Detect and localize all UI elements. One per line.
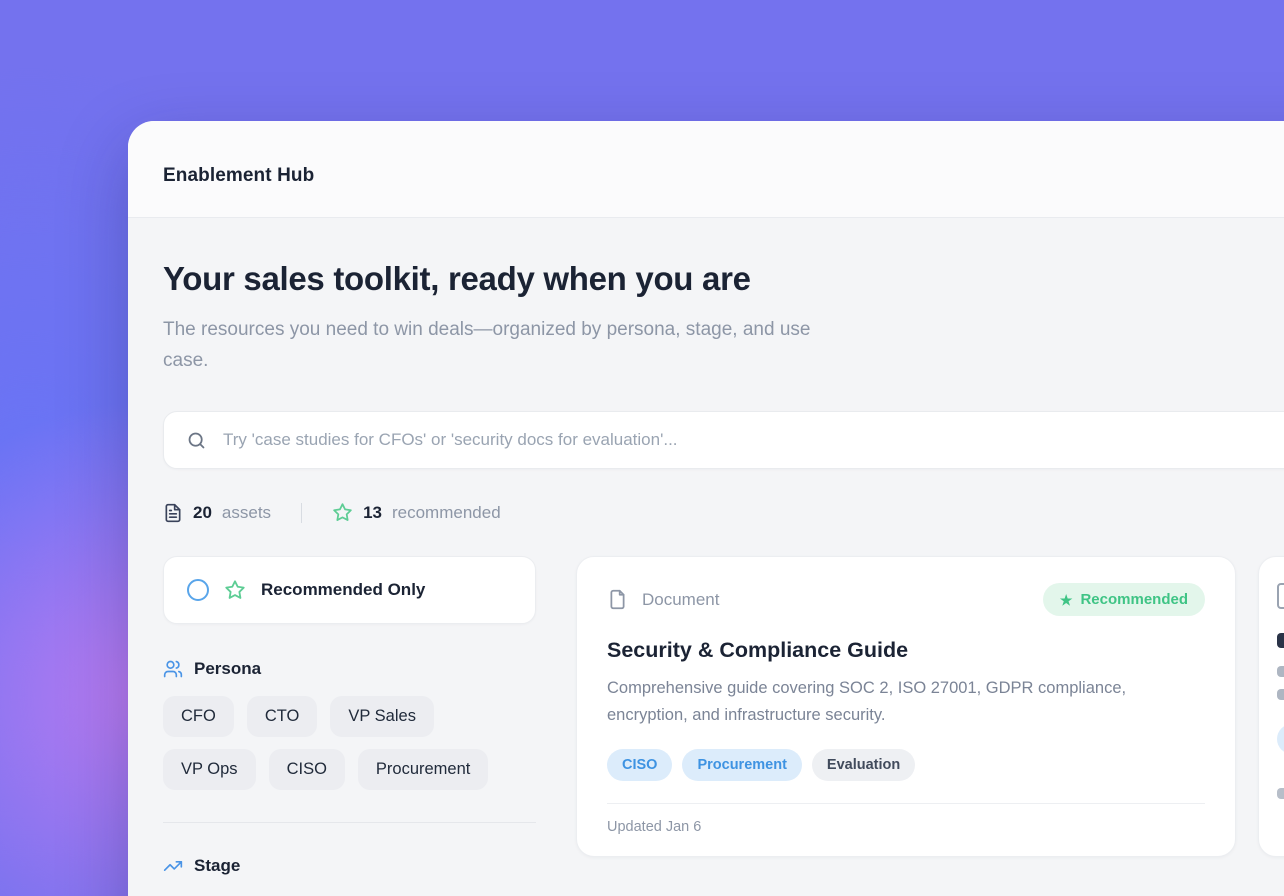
content-row: Recommended Only Persona CFO CTO VP Sale…: [163, 556, 1284, 876]
asset-card-partial[interactable]: [1258, 556, 1284, 857]
sidebar-divider: [163, 822, 536, 823]
assets-count: 20: [193, 503, 212, 523]
card-updated: Updated Jan 6: [607, 803, 1205, 856]
recommended-badge: ★ Recommended: [1043, 583, 1205, 616]
recommended-count-stat: 13 recommended: [332, 502, 501, 523]
skeleton-footer: [1277, 788, 1284, 799]
skeleton-line: [1277, 666, 1284, 677]
persona-chip-cto[interactable]: CTO: [247, 696, 318, 737]
asset-cards: Document ★ Recommended Security & Compli…: [576, 556, 1284, 857]
persona-chip-vp-sales[interactable]: VP Sales: [330, 696, 434, 737]
persona-chips: CFO CTO VP Sales VP Ops CISO Procurement: [163, 696, 536, 790]
stats-row: 20 assets 13 recommended: [163, 502, 1284, 523]
card-type-label: Document: [642, 590, 719, 610]
card-title: Security & Compliance Guide: [607, 638, 1205, 663]
search-input[interactable]: [223, 430, 1284, 450]
enablement-hub-panel: Enablement Hub Your sales toolkit, ready…: [128, 121, 1284, 896]
recommended-only-label: Recommended Only: [261, 580, 425, 600]
stage-section-label: Stage: [194, 856, 240, 876]
card-tags: CISO Procurement Evaluation: [607, 749, 1205, 781]
card-type: Document: [607, 589, 719, 610]
page-title: Your sales toolkit, ready when you are: [163, 260, 1284, 298]
skeleton-line: [1277, 689, 1284, 700]
star-icon: [332, 502, 353, 523]
assets-count-stat: 20 assets: [163, 503, 271, 523]
persona-chip-cfo[interactable]: CFO: [163, 696, 234, 737]
stats-divider: [301, 503, 302, 523]
filters-sidebar: Recommended Only Persona CFO CTO VP Sale…: [163, 556, 536, 876]
card-description: Comprehensive guide covering SOC 2, ISO …: [607, 675, 1167, 729]
asset-card-security-compliance-guide[interactable]: Document ★ Recommended Security & Compli…: [576, 556, 1236, 857]
star-icon: [224, 579, 246, 601]
persona-chip-ciso[interactable]: CISO: [269, 749, 345, 790]
tag-ciso: CISO: [607, 749, 672, 781]
trending-up-icon: [163, 856, 183, 876]
file-text-icon: [163, 503, 183, 523]
skeleton-title: [1277, 633, 1284, 648]
persona-chip-procurement[interactable]: Procurement: [358, 749, 488, 790]
recommended-count: 13: [363, 503, 382, 523]
card-header: Document ★ Recommended: [607, 583, 1205, 616]
persona-chip-vp-ops[interactable]: VP Ops: [163, 749, 256, 790]
recommended-badge-label: Recommended: [1080, 591, 1188, 608]
app-title: Enablement Hub: [163, 165, 1284, 187]
users-icon: [163, 659, 183, 679]
search-bar: [163, 411, 1284, 469]
tag-evaluation: Evaluation: [812, 749, 915, 781]
persona-section-header: Persona: [163, 659, 536, 679]
search-icon: [186, 430, 207, 451]
page-subtitle: The resources you need to win deals—orga…: [163, 314, 853, 376]
document-icon: [607, 589, 628, 610]
star-filled-icon: ★: [1060, 593, 1073, 607]
recommended-only-toggle[interactable]: Recommended Only: [163, 556, 536, 624]
recommended-label: recommended: [392, 503, 501, 523]
persona-section-label: Persona: [194, 659, 261, 679]
skeleton-tag: [1277, 724, 1284, 754]
toggle-circle-icon: [187, 579, 209, 601]
page-header: Enablement Hub: [128, 121, 1284, 218]
tag-procurement: Procurement: [682, 749, 801, 781]
document-icon: [1277, 583, 1284, 609]
assets-label: assets: [222, 503, 271, 523]
stage-section-header: Stage: [163, 856, 536, 876]
page-body: Your sales toolkit, ready when you are T…: [128, 218, 1284, 876]
